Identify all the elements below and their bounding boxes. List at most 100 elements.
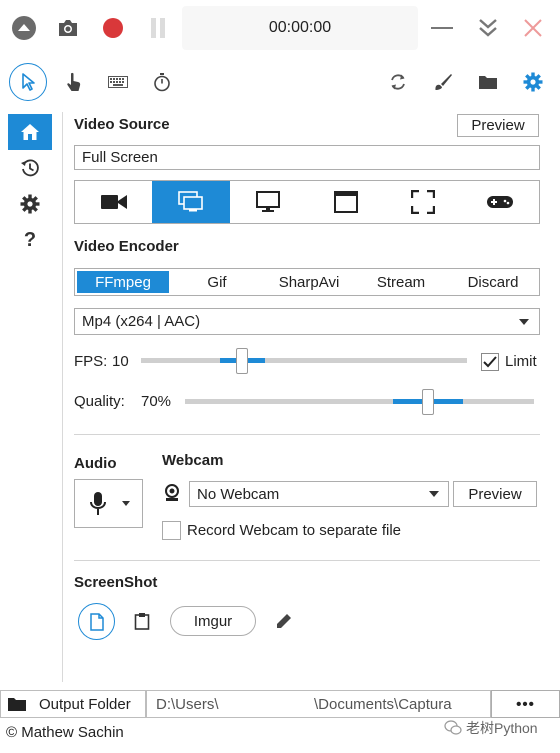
mode-region[interactable] — [384, 181, 461, 223]
close-button[interactable] — [519, 14, 547, 42]
more-options-button[interactable]: ••• — [491, 690, 560, 718]
tab-discard[interactable]: Discard — [447, 269, 539, 295]
footer-bar: Output Folder D:\Users\ \Documents\Captu… — [0, 690, 560, 718]
audio-source-button[interactable] — [74, 479, 143, 528]
pencil-icon — [277, 614, 291, 628]
wechat-icon — [444, 720, 462, 735]
cursor-toggle[interactable] — [9, 63, 47, 101]
separate-file-label: Record Webcam to separate file — [187, 522, 401, 539]
pause-button[interactable] — [144, 14, 172, 42]
video-source-preview-button[interactable]: Preview — [457, 114, 539, 137]
elapsed-timer: 00:00:00 — [182, 6, 418, 50]
keystrokes-toggle[interactable] — [104, 68, 132, 96]
clipboard-icon — [134, 613, 150, 630]
watermark: 老树Python — [444, 718, 538, 738]
nav-history[interactable] — [8, 150, 52, 186]
nav-home[interactable] — [8, 114, 52, 150]
question-mark-icon: ? — [23, 228, 37, 251]
fullscreen-icon — [410, 190, 435, 214]
mode-window[interactable] — [307, 181, 384, 223]
overlay-editor-button[interactable] — [429, 68, 457, 96]
mode-screen-region[interactable] — [152, 181, 230, 223]
output-path-field[interactable]: D:\Users\ \Documents\Captura — [146, 690, 491, 718]
fps-slider-thumb[interactable] — [236, 348, 248, 374]
tab-stream[interactable]: Stream — [355, 269, 447, 295]
video-source-mode-bar — [74, 180, 540, 224]
mode-webcam[interactable] — [75, 181, 152, 223]
mode-monitor[interactable] — [230, 181, 307, 223]
nav-divider — [62, 112, 63, 682]
close-icon — [524, 19, 542, 37]
quality-slider[interactable] — [185, 389, 534, 415]
quality-label: Quality: — [74, 393, 125, 410]
gamepad-icon — [487, 196, 514, 208]
record-button[interactable] — [99, 14, 127, 42]
clipboard-button[interactable] — [128, 607, 156, 635]
screenshot-button[interactable] — [54, 14, 82, 42]
home-icon — [21, 124, 39, 140]
paint-brush-icon — [435, 74, 452, 90]
nav-settings[interactable] — [8, 186, 52, 222]
history-icon — [21, 159, 39, 177]
chevron-up-circle-icon — [12, 16, 36, 40]
output-folder-button[interactable]: Output Folder — [0, 690, 146, 718]
edit-button[interactable] — [270, 607, 298, 635]
video-encoder-heading: Video Encoder — [74, 238, 179, 255]
hand-pointer-icon — [67, 72, 81, 91]
limit-label: Limit — [505, 353, 537, 370]
fps-slider-track — [141, 358, 467, 363]
checkmark-icon — [483, 356, 497, 368]
tab-ffmpeg[interactable]: FFmpeg — [77, 271, 169, 293]
imgur-button[interactable]: Imgur — [170, 606, 256, 636]
stopwatch-icon — [154, 73, 170, 92]
video-source-heading: Video Source — [74, 116, 170, 133]
separate-file-checkbox[interactable] — [162, 521, 181, 540]
video-camera-icon — [100, 195, 127, 209]
watermark-text: 老树Python — [466, 720, 538, 736]
record-icon — [103, 18, 123, 38]
cursor-icon — [22, 73, 35, 91]
screenshot-heading: ScreenShot — [74, 574, 158, 591]
webcam-preview-button[interactable]: Preview — [453, 481, 537, 507]
section-divider — [74, 560, 540, 561]
encoder-tabs: FFmpeg Gif SharpAvi Stream Discard — [74, 268, 540, 296]
collapse-button[interactable] — [10, 14, 38, 42]
fps-slider[interactable] — [141, 348, 467, 374]
audio-heading: Audio — [74, 455, 117, 472]
chevron-down-icon — [429, 491, 439, 497]
timer-toggle[interactable] — [148, 68, 176, 96]
tab-gif[interactable]: Gif — [171, 269, 263, 295]
format-select[interactable]: Mp4 (x264 | AAC) — [74, 308, 540, 335]
gear-icon — [523, 72, 543, 92]
gear-icon — [20, 194, 40, 214]
screen-region-icon — [178, 191, 203, 212]
output-path-end: \Documents\Captura — [314, 696, 452, 713]
limit-checkbox[interactable] — [481, 353, 499, 371]
fps-value: 10 — [112, 353, 129, 370]
webcam-icon — [164, 484, 180, 502]
save-to-disk-button[interactable] — [78, 603, 115, 640]
minimize-button[interactable] — [428, 14, 456, 42]
quality-slider-thumb[interactable] — [422, 389, 434, 415]
open-folder-button[interactable] — [474, 68, 502, 96]
webcam-select-value: No Webcam — [197, 485, 280, 503]
folder-icon — [8, 698, 26, 711]
file-icon — [89, 612, 104, 631]
tab-sharpavi[interactable]: SharpAvi — [263, 269, 355, 295]
output-path-start: D:\Users\ — [156, 696, 219, 713]
refresh-button[interactable] — [384, 68, 412, 96]
mode-game[interactable] — [462, 181, 539, 223]
monitor-icon — [256, 191, 281, 212]
video-source-field[interactable]: Full Screen — [74, 145, 540, 170]
refresh-icon — [391, 74, 405, 90]
webcam-select[interactable]: No Webcam — [189, 481, 449, 507]
double-chevron-down-icon — [479, 19, 497, 37]
settings-button[interactable] — [519, 68, 547, 96]
minimize-to-tray-button[interactable] — [474, 14, 502, 42]
clicks-toggle[interactable] — [60, 68, 88, 96]
nav-about[interactable]: ? — [8, 222, 52, 258]
microphone-icon — [89, 491, 106, 515]
copyright-text: © Mathew Sachin — [6, 724, 124, 741]
format-select-value: Mp4 (x264 | AAC) — [82, 313, 201, 330]
chevron-down-icon — [519, 318, 529, 325]
